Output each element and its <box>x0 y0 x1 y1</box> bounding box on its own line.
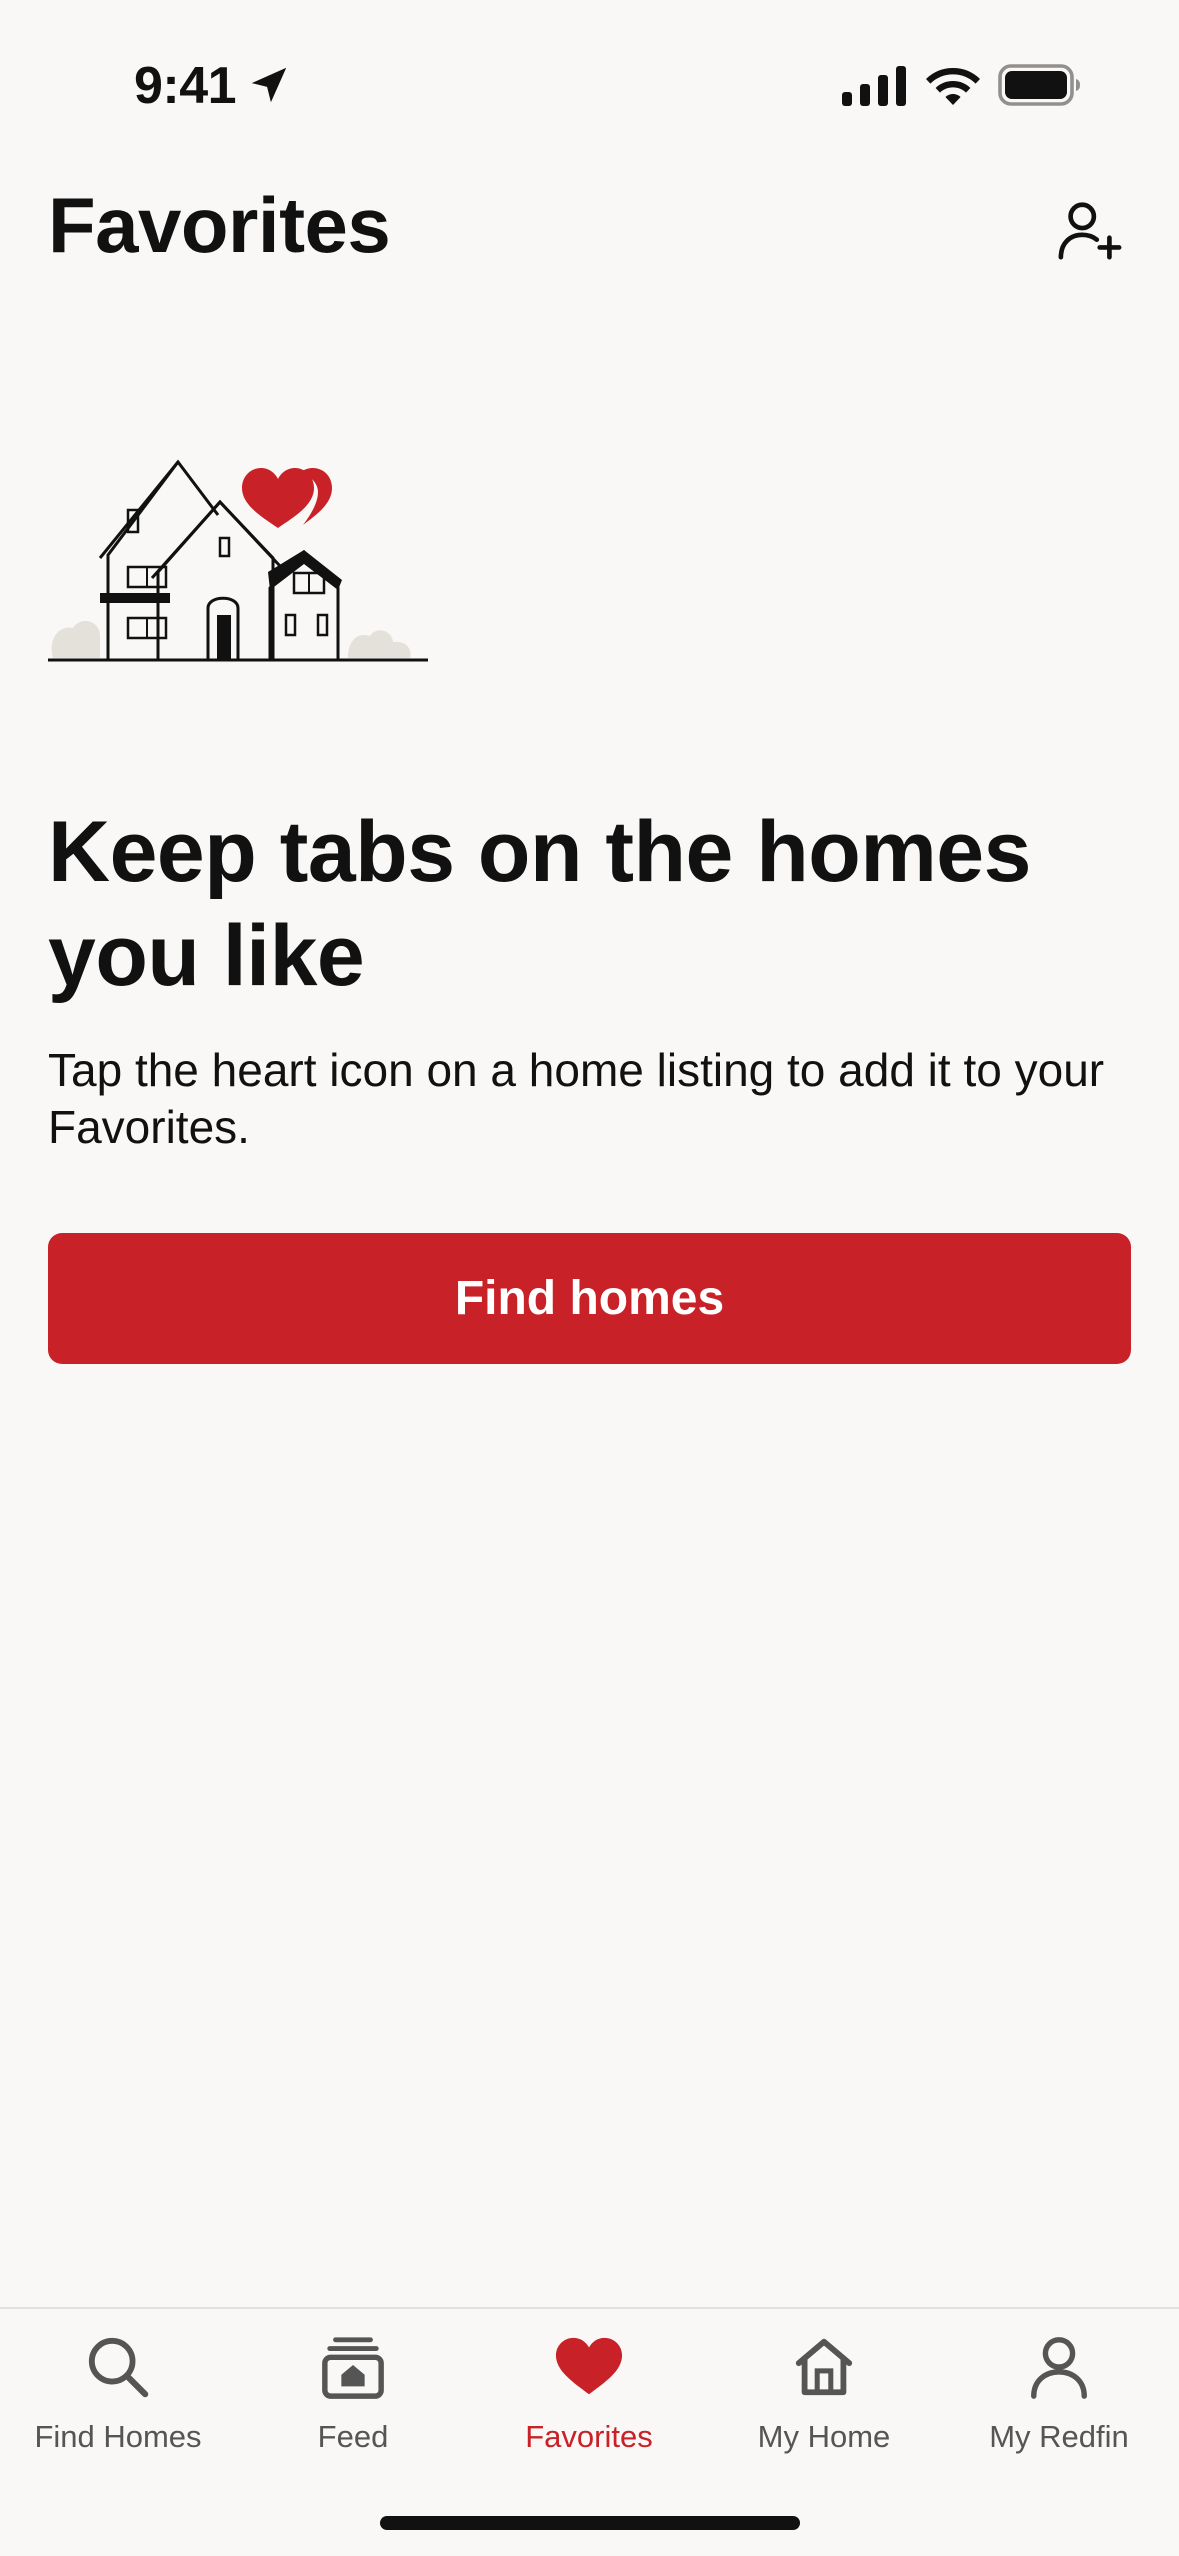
heart-icon <box>555 2337 623 2395</box>
tab-label-find-homes: Find Homes <box>34 2419 202 2454</box>
home-indicator <box>380 2516 800 2530</box>
tab-favorites[interactable]: Favorites <box>479 2329 699 2479</box>
tab-my-home[interactable]: My Home <box>714 2329 934 2479</box>
empty-state-description: Tap the heart icon on a home listing to … <box>48 1044 1105 1153</box>
home-icon <box>795 2338 853 2396</box>
wifi-icon <box>926 68 980 105</box>
person-plus-icon <box>1058 202 1122 260</box>
page-title: Favorites <box>48 181 391 269</box>
add-user-button[interactable] <box>1052 192 1128 268</box>
tab-label-feed: Feed <box>317 2419 389 2454</box>
status-bar: 9:41 <box>0 0 1179 170</box>
tab-label-favorites: Favorites <box>525 2419 653 2454</box>
house-with-hearts-illustration <box>48 459 428 662</box>
find-homes-button[interactable]: Find homes <box>48 1233 1131 1364</box>
battery-icon <box>998 64 1080 106</box>
feed-icon <box>322 2337 384 2399</box>
location-arrow-icon <box>251 67 287 103</box>
tab-feed[interactable]: Feed <box>243 2329 463 2479</box>
search-icon <box>88 2337 149 2398</box>
empty-state-headline: Keep tabs on the homes you like <box>48 804 1031 1004</box>
cellular-signal-icon <box>842 66 906 106</box>
tab-label-my-redfin: My Redfin <box>989 2419 1129 2454</box>
status-time: 9:41 <box>134 57 237 115</box>
tab-my-redfin[interactable]: My Redfin <box>949 2329 1169 2479</box>
favorites-screen: 9:41 Favorites Keep tabs on the homes yo… <box>0 0 1179 2556</box>
person-icon <box>1031 2337 1087 2399</box>
tab-label-my-home: My Home <box>757 2419 891 2454</box>
tab-find-homes[interactable]: Find Homes <box>8 2329 228 2479</box>
